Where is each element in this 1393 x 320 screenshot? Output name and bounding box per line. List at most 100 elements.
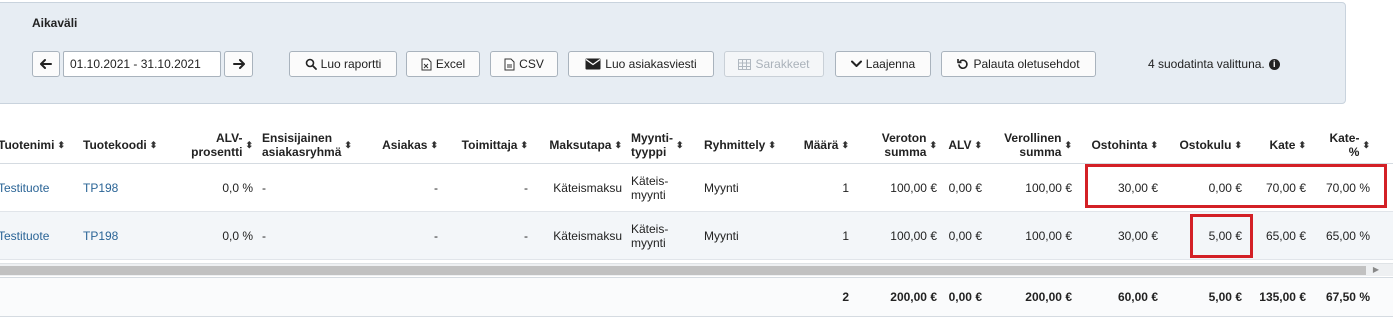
- cell-primary-customer-group: -: [262, 164, 365, 211]
- column-header-line2: prosentti: [191, 145, 243, 159]
- column-header-label: ALV: [948, 138, 972, 152]
- sort-icon[interactable]: ⬍: [57, 138, 65, 152]
- sort-icon[interactable]: ⬍: [1150, 138, 1158, 152]
- column-header-product-name[interactable]: Tuotenimi ⬍: [0, 127, 70, 163]
- column-header-purchase-cost[interactable]: Ostokulu ⬍: [1166, 127, 1242, 163]
- active-filters-text: 4 suodatinta valittuna.: [1148, 57, 1265, 71]
- column-header-customer[interactable]: Asiakas ⬍: [370, 127, 438, 163]
- product-code-link[interactable]: TP198: [83, 181, 118, 195]
- reset-defaults-button[interactable]: Palauta oletusehdot: [941, 51, 1096, 77]
- column-header-line1: Ensisijainen: [262, 131, 333, 145]
- sort-icon[interactable]: ⬍: [1064, 138, 1072, 152]
- column-header-payment-method[interactable]: Maksutapa ⬍: [532, 127, 622, 163]
- create-report-button[interactable]: Luo raportti: [289, 51, 397, 77]
- column-header-vat-percent[interactable]: ALV-prosentti ⬍: [165, 127, 253, 163]
- column-header-purchase-price[interactable]: Ostohinta ⬍: [1082, 127, 1158, 163]
- column-header-grouping[interactable]: Ryhmittely ⬍: [704, 127, 789, 163]
- purchase-cost-value: 0,00 €: [1208, 180, 1242, 195]
- column-header-quantity[interactable]: Määrä ⬍: [797, 127, 849, 163]
- date-range-input[interactable]: 01.10.2021 - 31.10.2021: [63, 51, 221, 77]
- columns-label: Sarakkeet: [755, 57, 810, 71]
- sort-icon[interactable]: ⬍: [841, 138, 849, 152]
- column-header-line1: Myynti-: [631, 131, 673, 145]
- cell-product-name[interactable]: Testituote: [0, 212, 70, 259]
- total-purchase-price: 60,00 €: [1117, 290, 1158, 304]
- info-icon[interactable]: i: [1268, 58, 1280, 70]
- column-header-net-amount[interactable]: Veroton summa ⬍: [857, 127, 937, 163]
- column-header-line1: Verollinen: [1004, 131, 1062, 145]
- sort-icon[interactable]: ⬍: [520, 138, 528, 152]
- sort-icon[interactable]: ⬍: [1234, 138, 1242, 152]
- table-row: Testituote TP198 0,0 % - - - Käteismaksu Käteis…: [0, 212, 1393, 260]
- cell-gross-amount: 100,00 €: [990, 164, 1072, 211]
- cell-vat-percent: 0,0 %: [165, 212, 253, 259]
- scroll-right-arrow-icon[interactable]: ▶: [1373, 265, 1379, 274]
- cell-gross-amount: 100,00 €: [990, 212, 1072, 259]
- cell-vat-amount: 0,00 €: [940, 212, 982, 259]
- column-header-gross-amount[interactable]: Verollinen summa ⬍: [990, 127, 1072, 163]
- cell-product-code[interactable]: TP198: [83, 212, 157, 259]
- sort-icon[interactable]: ⬍: [614, 138, 622, 152]
- total-margin-percent: 67,50 %: [1325, 290, 1370, 304]
- cell-supplier: -: [446, 212, 528, 259]
- column-header-label: Kate: [1269, 138, 1296, 152]
- gross-amount-value: 100,00 €: [1025, 228, 1072, 243]
- excel-export-button[interactable]: Excel: [406, 51, 480, 77]
- column-header-supplier[interactable]: Toimittaja ⬍: [446, 127, 528, 163]
- net-amount-value: 100,00 €: [890, 228, 937, 243]
- sale-type-text: Käteis-myynti: [631, 222, 668, 250]
- column-header-label: Ensisijainen asiakasryhmä: [262, 131, 341, 159]
- table-totals-row: 2 200,00 € 0,00 € 200,00 € 60,00 € 5,00 € 135,…: [0, 277, 1393, 317]
- column-header-product-code[interactable]: Tuotekoodi ⬍: [83, 127, 157, 163]
- cell-payment-method: Käteismaksu: [532, 212, 622, 259]
- column-header-label: Tuotekoodi: [83, 138, 147, 152]
- scrollbar-thumb[interactable]: [0, 266, 1366, 275]
- column-header-label: Toimittaja: [461, 138, 518, 152]
- column-header-vat-amount[interactable]: ALV ⬍: [940, 127, 982, 163]
- cell-margin-percent: 65,00 %: [1312, 212, 1370, 259]
- column-header-label: Ostokulu: [1179, 138, 1232, 152]
- sort-icon[interactable]: ⬍: [676, 138, 684, 152]
- vat-amount-value: 0,00 €: [948, 180, 982, 195]
- sort-icon[interactable]: ⬍: [929, 138, 937, 152]
- sort-icon[interactable]: ⬍: [768, 138, 776, 152]
- column-header-label: Myynti-tyyppi: [631, 131, 673, 159]
- cell-product-code[interactable]: TP198: [83, 164, 157, 211]
- sort-icon[interactable]: ⬍: [150, 138, 158, 152]
- sort-icon[interactable]: ⬍: [1362, 138, 1370, 152]
- column-header-margin-percent[interactable]: Kate-% ⬍: [1312, 127, 1370, 163]
- csv-export-button[interactable]: CSV: [490, 51, 558, 77]
- column-header-label: Tuotenimi: [0, 138, 55, 152]
- expand-button[interactable]: Laajenna: [835, 51, 931, 77]
- cell-customer: -: [370, 212, 438, 259]
- product-name-link[interactable]: Testituote: [0, 181, 49, 195]
- purchase-cost-value: 5,00 €: [1208, 228, 1242, 243]
- cell-product-name[interactable]: Testituote: [0, 164, 70, 211]
- horizontal-scrollbar[interactable]: ▶: [0, 263, 1393, 276]
- previous-period-button[interactable]: [32, 51, 60, 77]
- column-header-sale-type[interactable]: Myynti-tyyppi ⬍: [631, 127, 693, 163]
- reset-defaults-label: Palauta oletusehdot: [973, 57, 1080, 71]
- column-header-margin[interactable]: Kate ⬍: [1250, 127, 1306, 163]
- cell-purchase-price: 30,00 €: [1082, 164, 1158, 211]
- column-header-primary-customer-group[interactable]: Ensisijainen asiakasryhmä ⬍: [262, 127, 365, 163]
- product-name-link[interactable]: Testituote: [0, 229, 49, 243]
- next-period-button[interactable]: [224, 51, 253, 77]
- payment-method-value: Käteismaksu: [553, 228, 622, 243]
- sort-icon[interactable]: ⬍: [1298, 138, 1306, 152]
- sort-icon[interactable]: ⬍: [430, 138, 438, 152]
- column-header-label: Veroton summa: [882, 131, 927, 159]
- purchase-price-value: 30,00 €: [1117, 180, 1158, 195]
- sort-icon[interactable]: ⬍: [974, 138, 982, 152]
- vat-amount-value: 0,00 €: [948, 228, 982, 243]
- product-code-link[interactable]: TP198: [83, 229, 118, 243]
- quantity-value: 1: [842, 180, 849, 195]
- sort-icon[interactable]: ⬍: [245, 138, 253, 152]
- columns-button[interactable]: Sarakkeet: [724, 51, 824, 77]
- cell-sale-type: Käteis-myynti: [631, 212, 693, 259]
- primary-customer-group-value: -: [262, 228, 266, 243]
- create-customer-message-button[interactable]: Luo asiakasviesti: [568, 51, 714, 77]
- sort-icon[interactable]: ⬍: [344, 138, 352, 152]
- cell-purchase-price: 30,00 €: [1082, 212, 1158, 259]
- grouping-value: Myynti: [704, 228, 739, 243]
